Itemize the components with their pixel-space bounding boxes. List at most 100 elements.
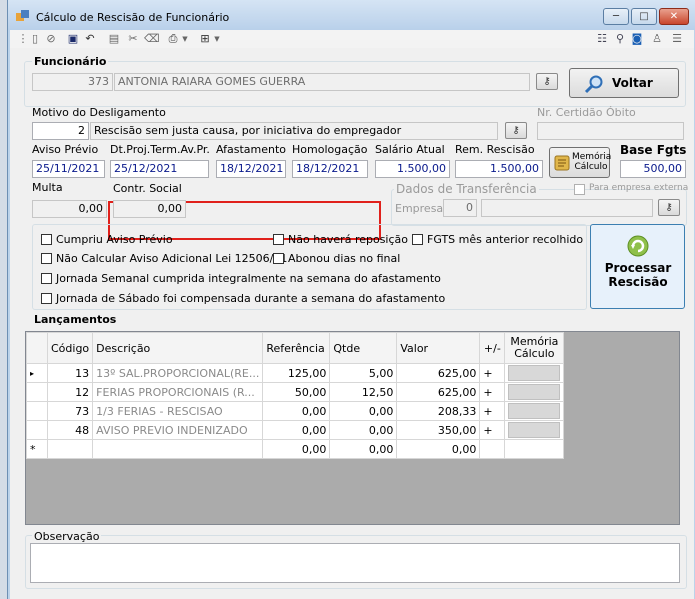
base-fgts-field[interactable]: 500,00: [620, 160, 686, 178]
cell-valor[interactable]: 0,00: [396, 439, 481, 459]
cell-referencia[interactable]: 125,00: [262, 363, 331, 383]
dt-proj-field[interactable]: 25/12/2021: [110, 160, 209, 178]
multa-field[interactable]: 0,00: [32, 200, 107, 218]
funcionario-name-field[interactable]: ANTONIA RAIARA GOMES GUERRA: [114, 73, 530, 91]
externa-checkbox[interactable]: [574, 184, 585, 195]
cell-sinal[interactable]: +: [479, 382, 506, 402]
cell-qtde[interactable]: 0,00: [329, 439, 398, 459]
observacao-field[interactable]: [30, 543, 680, 583]
jornada-semanal-checkbox[interactable]: [41, 273, 52, 284]
abonou-checkbox[interactable]: [273, 253, 284, 264]
memoria-cell-button[interactable]: [508, 422, 561, 438]
cell-referencia[interactable]: 0,00: [262, 439, 331, 459]
nao-calcular-checkbox[interactable]: [41, 253, 52, 264]
cell-referencia[interactable]: 50,00: [262, 382, 331, 402]
table-row[interactable]: 73 1/3 FERIAS - RESCISAO 0,00 0,00 208,3…: [26, 401, 565, 421]
chevron-down-icon[interactable]: ▼: [210, 32, 224, 46]
column-header-referencia[interactable]: Referência: [262, 332, 331, 364]
empresa-name-field[interactable]: [481, 199, 653, 217]
memoria-cell-button[interactable]: [508, 365, 561, 381]
cell-descricao[interactable]: [92, 439, 264, 459]
cell-codigo[interactable]: [46, 439, 94, 459]
memoria-cell-button[interactable]: [508, 403, 561, 419]
cell-memoria[interactable]: [504, 382, 565, 402]
motivo-search-button[interactable]: ⚷: [505, 122, 527, 139]
cell-sinal[interactable]: +: [479, 363, 506, 383]
maximize-button[interactable]: □: [631, 8, 657, 25]
eraser-icon[interactable]: ⌫: [144, 32, 160, 46]
close-button[interactable]: ✕: [659, 8, 689, 25]
new-icon[interactable]: ▯: [28, 32, 42, 46]
list-icon[interactable]: ☷: [595, 32, 609, 46]
column-header-codigo[interactable]: Código: [46, 332, 94, 364]
cell-memoria[interactable]: [504, 363, 565, 383]
cell-codigo[interactable]: 13: [46, 363, 94, 383]
rem-rescisao-field[interactable]: 1.500,00: [455, 160, 543, 178]
motivo-code-field[interactable]: 2: [32, 122, 89, 140]
column-header-sinal[interactable]: +/-: [479, 332, 506, 364]
cell-descricao[interactable]: FERIAS PROPORCIONAIS (R...: [92, 382, 264, 402]
cell-qtde[interactable]: 0,00: [329, 401, 398, 421]
cell-descricao[interactable]: 13º SAL.PROPORCIONAL(RE...: [92, 363, 264, 383]
cell-referencia[interactable]: 0,00: [262, 420, 331, 440]
column-header-memoria[interactable]: Memória Cálculo: [504, 332, 565, 364]
nao-reposicao-checkbox[interactable]: [273, 234, 284, 245]
refresh-icon[interactable]: ◙: [630, 32, 644, 46]
cell-memoria[interactable]: [504, 420, 565, 440]
empresa-code-field[interactable]: 0: [443, 199, 477, 217]
cell-valor[interactable]: 625,00: [396, 363, 481, 383]
cell-valor[interactable]: 350,00: [396, 420, 481, 440]
funcionario-code-field[interactable]: 373: [32, 73, 113, 91]
cell-referencia[interactable]: 0,00: [262, 401, 331, 421]
cell-valor[interactable]: 625,00: [396, 382, 481, 402]
jornada-sabado-checkbox[interactable]: [41, 293, 52, 304]
column-header-descricao[interactable]: Descrição: [92, 332, 264, 364]
contr-social-field[interactable]: 0,00: [113, 200, 186, 218]
cell-codigo[interactable]: 73: [46, 401, 94, 421]
afastamento-field[interactable]: 18/12/2021: [216, 160, 286, 178]
memoria-calculo-button[interactable]: Memória Cálculo: [549, 147, 611, 178]
cell-codigo[interactable]: 12: [46, 382, 94, 402]
cancel-icon[interactable]: ⊘: [44, 32, 58, 46]
cell-qtde[interactable]: 12,50: [329, 382, 398, 402]
cell-descricao[interactable]: AVISO PREVIO INDENIZADO: [92, 420, 264, 440]
cell-qtde[interactable]: 0,00: [329, 420, 398, 440]
fgts-mes-checkbox[interactable]: [412, 234, 423, 245]
cell-valor[interactable]: 208,33: [396, 401, 481, 421]
column-header-qtde[interactable]: Qtde: [329, 332, 398, 364]
chevron-down-icon[interactable]: ▼: [178, 32, 192, 46]
cell-sinal[interactable]: [479, 439, 506, 459]
copy-icon[interactable]: ▤: [107, 32, 121, 46]
save-icon[interactable]: ▣: [66, 32, 80, 46]
aviso-previo-field[interactable]: 25/11/2021: [32, 160, 105, 178]
search-icon[interactable]: ⚲: [613, 32, 627, 46]
table-row[interactable]: 12 FERIAS PROPORCIONAIS (R... 50,00 12,5…: [26, 382, 565, 402]
cell-sinal[interactable]: +: [479, 420, 506, 440]
cell-memoria[interactable]: [504, 439, 565, 459]
empresa-search-button[interactable]: ⚷: [658, 199, 680, 216]
cell-qtde[interactable]: 5,00: [329, 363, 398, 383]
menu-icon[interactable]: ☰: [670, 32, 684, 46]
salario-field[interactable]: 1.500,00: [375, 160, 450, 178]
jornada-semanal-label: Jornada Semanal cumprida integralmente n…: [56, 272, 441, 285]
voltar-button[interactable]: Voltar: [569, 68, 679, 98]
funcionario-search-button[interactable]: ⚷: [536, 73, 558, 90]
cell-memoria[interactable]: [504, 401, 565, 421]
cumpriu-checkbox[interactable]: [41, 234, 52, 245]
cell-sinal[interactable]: +: [479, 401, 506, 421]
table-row[interactable]: ▸ 13 13º SAL.PROPORCIONAL(RE... 125,00 5…: [26, 363, 565, 383]
cell-descricao[interactable]: 1/3 FERIAS - RESCISAO: [92, 401, 264, 421]
minimize-button[interactable]: ─: [603, 8, 629, 25]
processar-rescisao-button[interactable]: Processar Rescisão: [590, 224, 685, 309]
tools-icon[interactable]: ✂: [126, 32, 140, 46]
undo-icon[interactable]: ↶: [83, 32, 97, 46]
memoria-cell-button[interactable]: [508, 384, 561, 400]
cell-codigo[interactable]: 48: [46, 420, 94, 440]
user-icon[interactable]: ♙: [650, 32, 664, 46]
table-new-row[interactable]: * 0,00 0,00 0,00: [26, 439, 565, 459]
column-header-valor[interactable]: Valor: [396, 332, 481, 364]
table-row[interactable]: 48 AVISO PREVIO INDENIZADO 0,00 0,00 350…: [26, 420, 565, 440]
homologacao-field[interactable]: 18/12/2021: [292, 160, 368, 178]
certidao-field[interactable]: [537, 122, 684, 140]
motivo-description-field[interactable]: Rescisão sem justa causa, por iniciativa…: [90, 122, 498, 140]
